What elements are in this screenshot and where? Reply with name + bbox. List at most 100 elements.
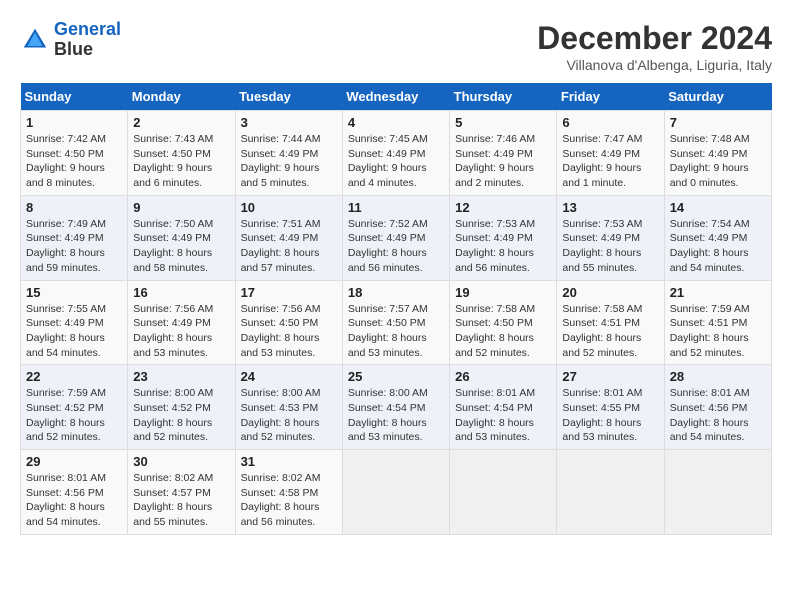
day-detail: Sunrise: 7:44 AM Sunset: 4:49 PM Dayligh… (241, 132, 337, 191)
calendar-cell (557, 450, 664, 535)
day-number: 22 (26, 369, 122, 384)
calendar-cell: 31 Sunrise: 8:02 AM Sunset: 4:58 PM Dayl… (235, 450, 342, 535)
day-number: 6 (562, 115, 658, 130)
day-number: 9 (133, 200, 229, 215)
calendar-cell (664, 450, 771, 535)
calendar-cell: 6 Sunrise: 7:47 AM Sunset: 4:49 PM Dayli… (557, 111, 664, 196)
day-number: 2 (133, 115, 229, 130)
day-number: 12 (455, 200, 551, 215)
calendar-cell (342, 450, 449, 535)
day-number: 15 (26, 285, 122, 300)
day-detail: Sunrise: 7:47 AM Sunset: 4:49 PM Dayligh… (562, 132, 658, 191)
calendar-week-row: 29 Sunrise: 8:01 AM Sunset: 4:56 PM Dayl… (21, 450, 772, 535)
day-number: 17 (241, 285, 337, 300)
day-detail: Sunrise: 7:53 AM Sunset: 4:49 PM Dayligh… (562, 217, 658, 276)
day-detail: Sunrise: 7:57 AM Sunset: 4:50 PM Dayligh… (348, 302, 444, 361)
day-detail: Sunrise: 7:59 AM Sunset: 4:51 PM Dayligh… (670, 302, 766, 361)
day-detail: Sunrise: 8:00 AM Sunset: 4:52 PM Dayligh… (133, 386, 229, 445)
calendar-week-row: 8 Sunrise: 7:49 AM Sunset: 4:49 PM Dayli… (21, 195, 772, 280)
day-number: 30 (133, 454, 229, 469)
weekday-header-friday: Friday (557, 83, 664, 111)
day-detail: Sunrise: 7:48 AM Sunset: 4:49 PM Dayligh… (670, 132, 766, 191)
calendar-cell: 20 Sunrise: 7:58 AM Sunset: 4:51 PM Dayl… (557, 280, 664, 365)
day-detail: Sunrise: 7:56 AM Sunset: 4:50 PM Dayligh… (241, 302, 337, 361)
calendar-cell: 25 Sunrise: 8:00 AM Sunset: 4:54 PM Dayl… (342, 365, 449, 450)
calendar-cell: 5 Sunrise: 7:46 AM Sunset: 4:49 PM Dayli… (450, 111, 557, 196)
day-number: 16 (133, 285, 229, 300)
calendar-cell: 10 Sunrise: 7:51 AM Sunset: 4:49 PM Dayl… (235, 195, 342, 280)
day-number: 14 (670, 200, 766, 215)
day-number: 31 (241, 454, 337, 469)
day-number: 8 (26, 200, 122, 215)
day-detail: Sunrise: 7:58 AM Sunset: 4:50 PM Dayligh… (455, 302, 551, 361)
location-subtitle: Villanova d'Albenga, Liguria, Italy (537, 57, 772, 73)
day-number: 7 (670, 115, 766, 130)
day-number: 13 (562, 200, 658, 215)
day-detail: Sunrise: 7:59 AM Sunset: 4:52 PM Dayligh… (26, 386, 122, 445)
calendar-cell: 13 Sunrise: 7:53 AM Sunset: 4:49 PM Dayl… (557, 195, 664, 280)
calendar-cell: 18 Sunrise: 7:57 AM Sunset: 4:50 PM Dayl… (342, 280, 449, 365)
day-number: 5 (455, 115, 551, 130)
weekday-header-tuesday: Tuesday (235, 83, 342, 111)
month-title: December 2024 (537, 20, 772, 57)
calendar-cell (450, 450, 557, 535)
day-number: 11 (348, 200, 444, 215)
day-detail: Sunrise: 8:01 AM Sunset: 4:55 PM Dayligh… (562, 386, 658, 445)
calendar-week-row: 1 Sunrise: 7:42 AM Sunset: 4:50 PM Dayli… (21, 111, 772, 196)
day-detail: Sunrise: 8:01 AM Sunset: 4:54 PM Dayligh… (455, 386, 551, 445)
calendar-cell: 2 Sunrise: 7:43 AM Sunset: 4:50 PM Dayli… (128, 111, 235, 196)
day-number: 1 (26, 115, 122, 130)
calendar-cell: 29 Sunrise: 8:01 AM Sunset: 4:56 PM Dayl… (21, 450, 128, 535)
calendar-cell: 8 Sunrise: 7:49 AM Sunset: 4:49 PM Dayli… (21, 195, 128, 280)
calendar-header-row: SundayMondayTuesdayWednesdayThursdayFrid… (21, 83, 772, 111)
day-detail: Sunrise: 8:02 AM Sunset: 4:57 PM Dayligh… (133, 471, 229, 530)
calendar-cell: 24 Sunrise: 8:00 AM Sunset: 4:53 PM Dayl… (235, 365, 342, 450)
day-detail: Sunrise: 7:54 AM Sunset: 4:49 PM Dayligh… (670, 217, 766, 276)
weekday-header-wednesday: Wednesday (342, 83, 449, 111)
day-detail: Sunrise: 8:00 AM Sunset: 4:53 PM Dayligh… (241, 386, 337, 445)
calendar-cell: 1 Sunrise: 7:42 AM Sunset: 4:50 PM Dayli… (21, 111, 128, 196)
calendar-cell: 14 Sunrise: 7:54 AM Sunset: 4:49 PM Dayl… (664, 195, 771, 280)
day-number: 27 (562, 369, 658, 384)
day-number: 21 (670, 285, 766, 300)
day-number: 26 (455, 369, 551, 384)
day-number: 23 (133, 369, 229, 384)
day-detail: Sunrise: 8:00 AM Sunset: 4:54 PM Dayligh… (348, 386, 444, 445)
day-number: 19 (455, 285, 551, 300)
day-number: 20 (562, 285, 658, 300)
day-detail: Sunrise: 7:42 AM Sunset: 4:50 PM Dayligh… (26, 132, 122, 191)
calendar-cell: 12 Sunrise: 7:53 AM Sunset: 4:49 PM Dayl… (450, 195, 557, 280)
weekday-header-saturday: Saturday (664, 83, 771, 111)
calendar-week-row: 22 Sunrise: 7:59 AM Sunset: 4:52 PM Dayl… (21, 365, 772, 450)
day-number: 10 (241, 200, 337, 215)
calendar-cell: 17 Sunrise: 7:56 AM Sunset: 4:50 PM Dayl… (235, 280, 342, 365)
calendar-cell: 19 Sunrise: 7:58 AM Sunset: 4:50 PM Dayl… (450, 280, 557, 365)
logo-text: General Blue (54, 20, 121, 60)
day-number: 4 (348, 115, 444, 130)
calendar-cell: 3 Sunrise: 7:44 AM Sunset: 4:49 PM Dayli… (235, 111, 342, 196)
day-detail: Sunrise: 8:01 AM Sunset: 4:56 PM Dayligh… (670, 386, 766, 445)
calendar-cell: 11 Sunrise: 7:52 AM Sunset: 4:49 PM Dayl… (342, 195, 449, 280)
logo: General Blue (20, 20, 121, 60)
calendar-week-row: 15 Sunrise: 7:55 AM Sunset: 4:49 PM Dayl… (21, 280, 772, 365)
day-number: 18 (348, 285, 444, 300)
calendar-cell: 22 Sunrise: 7:59 AM Sunset: 4:52 PM Dayl… (21, 365, 128, 450)
calendar-cell: 4 Sunrise: 7:45 AM Sunset: 4:49 PM Dayli… (342, 111, 449, 196)
day-detail: Sunrise: 7:50 AM Sunset: 4:49 PM Dayligh… (133, 217, 229, 276)
day-detail: Sunrise: 7:45 AM Sunset: 4:49 PM Dayligh… (348, 132, 444, 191)
calendar-cell: 26 Sunrise: 8:01 AM Sunset: 4:54 PM Dayl… (450, 365, 557, 450)
day-number: 25 (348, 369, 444, 384)
weekday-header-sunday: Sunday (21, 83, 128, 111)
calendar-cell: 27 Sunrise: 8:01 AM Sunset: 4:55 PM Dayl… (557, 365, 664, 450)
calendar-cell: 9 Sunrise: 7:50 AM Sunset: 4:49 PM Dayli… (128, 195, 235, 280)
calendar-cell: 16 Sunrise: 7:56 AM Sunset: 4:49 PM Dayl… (128, 280, 235, 365)
day-detail: Sunrise: 7:46 AM Sunset: 4:49 PM Dayligh… (455, 132, 551, 191)
day-detail: Sunrise: 8:02 AM Sunset: 4:58 PM Dayligh… (241, 471, 337, 530)
title-area: December 2024 Villanova d'Albenga, Ligur… (537, 20, 772, 73)
day-detail: Sunrise: 7:52 AM Sunset: 4:49 PM Dayligh… (348, 217, 444, 276)
day-number: 24 (241, 369, 337, 384)
calendar-cell: 21 Sunrise: 7:59 AM Sunset: 4:51 PM Dayl… (664, 280, 771, 365)
weekday-header-thursday: Thursday (450, 83, 557, 111)
day-detail: Sunrise: 7:55 AM Sunset: 4:49 PM Dayligh… (26, 302, 122, 361)
calendar-cell: 15 Sunrise: 7:55 AM Sunset: 4:49 PM Dayl… (21, 280, 128, 365)
